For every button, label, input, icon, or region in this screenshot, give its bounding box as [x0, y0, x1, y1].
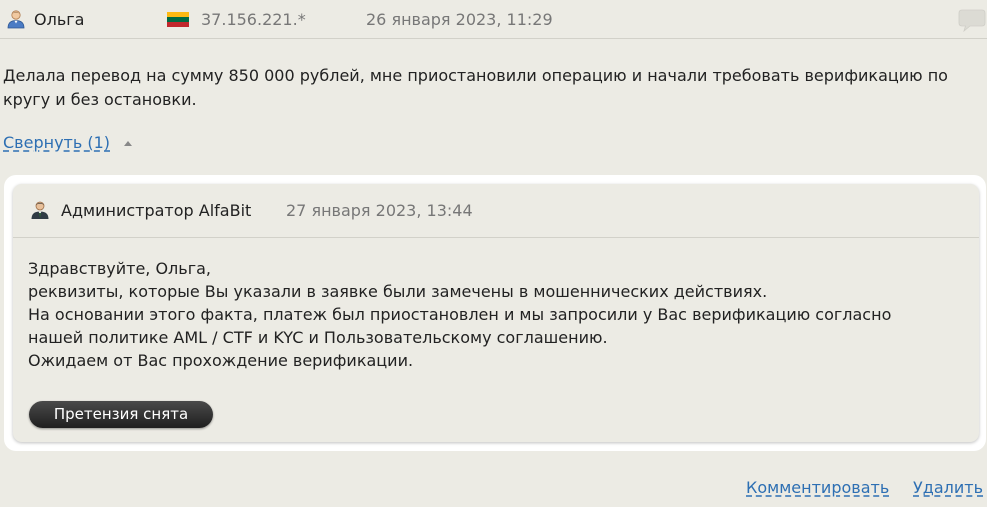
user-icon [7, 10, 25, 29]
reply-line: нашей политике AML / CTF и KYC и Пользов… [28, 328, 608, 347]
comment-link[interactable]: Комментировать [746, 478, 889, 497]
comment-header: Ольга 37.156.221.* 26 января 2023, 11:29 [0, 0, 987, 38]
reply-text: Здравствуйте, Ольга, реквизиты, которые … [28, 257, 968, 372]
reply-line: На основании этого факта, платеж был при… [28, 305, 892, 324]
reply-line: Здравствуйте, Ольга, [28, 259, 212, 278]
comment-author: Ольга [34, 10, 85, 29]
status-badge: Претензия снята [29, 401, 213, 428]
admin-icon [31, 201, 49, 219]
reply-date: 27 января 2023, 13:44 [286, 201, 473, 220]
header-divider [0, 38, 987, 39]
caret-up-icon[interactable] [123, 140, 133, 147]
collapse-replies-link[interactable]: Свернуть (1) [3, 133, 110, 152]
comment-text: Делала перевод на сумму 850 000 рублей, … [3, 66, 948, 109]
reply-line: Ожидаем от Вас прохождение верификации. [28, 351, 414, 370]
reply-line: реквизиты, которые Вы указали в заявке б… [28, 282, 768, 301]
comment-date: 26 января 2023, 11:29 [366, 10, 553, 29]
delete-link[interactable]: Удалить [913, 478, 983, 497]
comment-ip: 37.156.221.* [201, 10, 306, 29]
reply-author: Администратор AlfaBit [61, 201, 252, 220]
flag-icon [167, 12, 189, 27]
reply-divider [13, 237, 979, 238]
speech-bubble-icon[interactable] [958, 6, 986, 34]
